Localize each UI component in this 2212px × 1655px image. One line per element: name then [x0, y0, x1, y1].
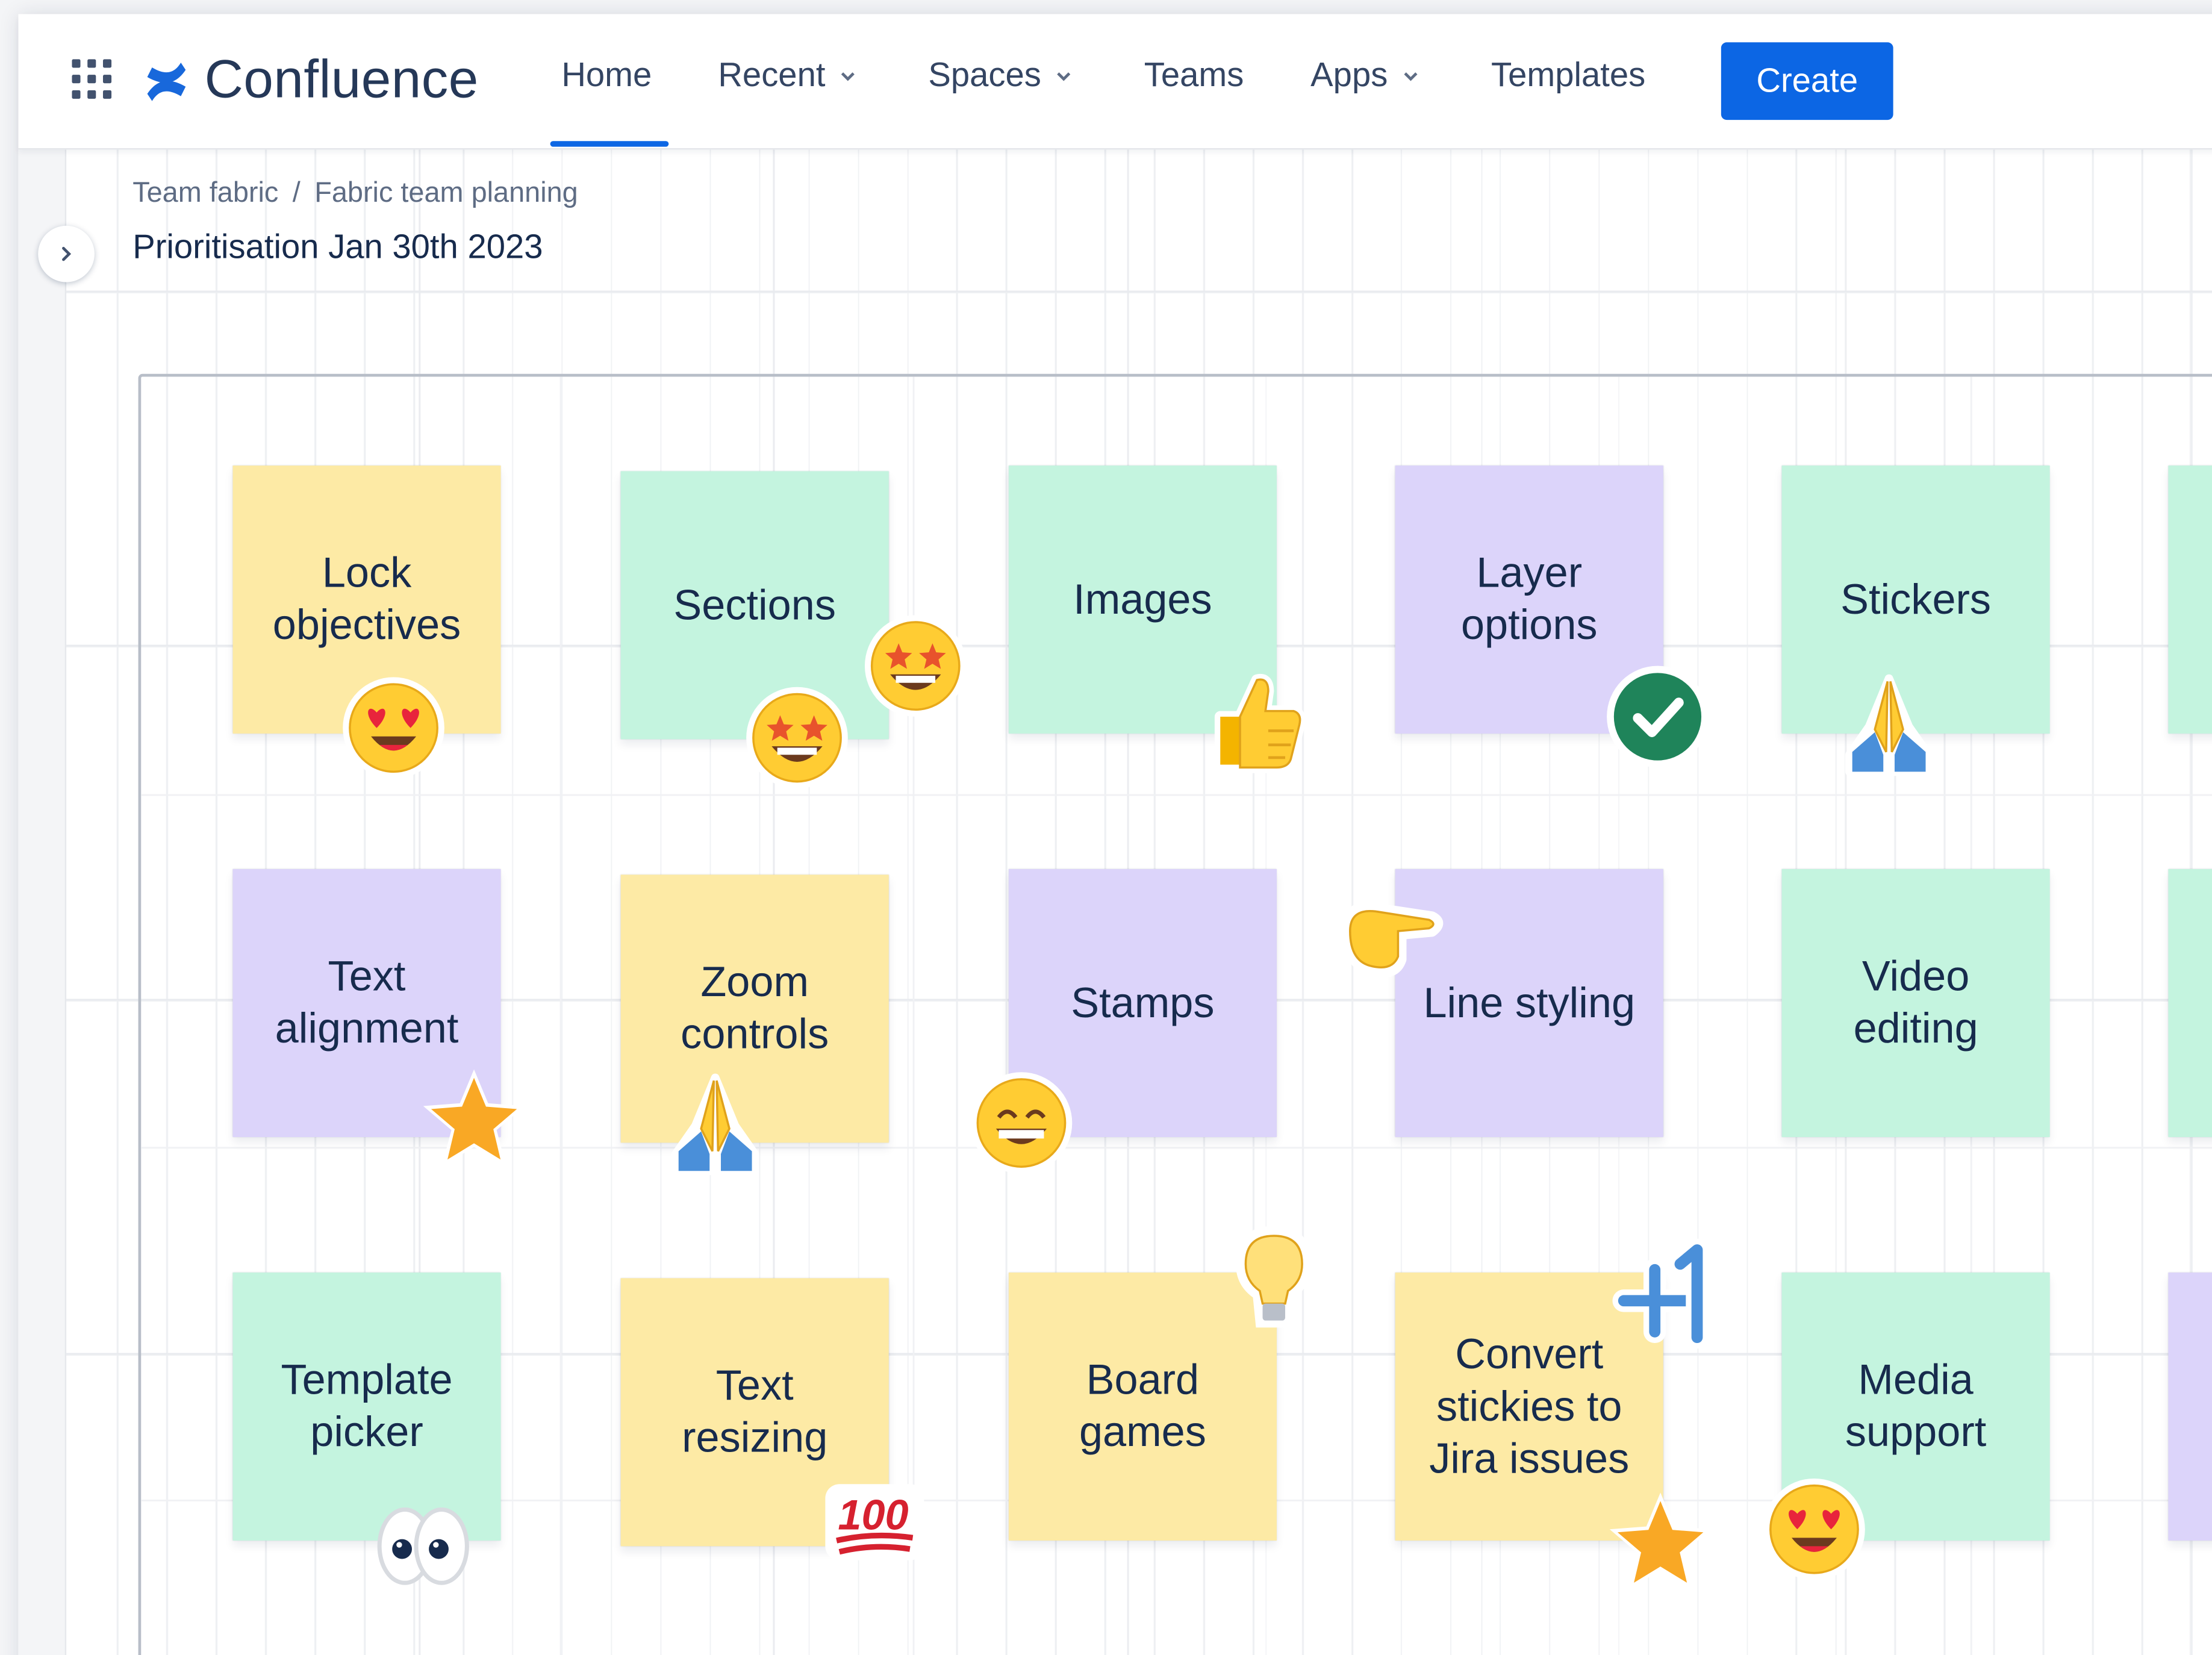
sticky-note-label: Zoom controls [681, 959, 829, 1058]
thumbs-up-icon[interactable] [1203, 669, 1310, 776]
confluence-logo[interactable]: Confluence [143, 51, 479, 111]
sticky-note-label: Convert stickies to Jira issues [1429, 1331, 1630, 1482]
star-icon[interactable] [1607, 1490, 1714, 1597]
sticky-note[interactable]: Video editing [1781, 868, 2050, 1138]
heart-eyes-icon[interactable] [1760, 1476, 1868, 1583]
nav-templates-label: Templates [1491, 56, 1646, 95]
nav-recent[interactable]: Recent [718, 57, 856, 96]
breadcrumb-separator: / [292, 178, 301, 209]
eyes-icon[interactable] [368, 1492, 475, 1600]
app-root: Confluence Home Recent Spaces Teams Apps [0, 0, 2212, 1655]
nav-home[interactable]: Home [561, 57, 652, 96]
active-nav-indicator [550, 141, 669, 147]
chevron-down-icon [1057, 72, 1071, 81]
confluence-logo-icon [147, 61, 186, 101]
create-button[interactable]: Create [1721, 42, 1893, 120]
sticky-note-label: Images [1073, 576, 1212, 623]
top-navigation: Confluence Home Recent Spaces Teams Apps [18, 14, 2212, 150]
sticky-note-label: Layer options [1460, 550, 1598, 649]
breadcrumb-item-team-fabric[interactable]: Team fabric [132, 178, 278, 210]
left-rail [18, 149, 67, 1655]
sticky-note-partial[interactable] [2168, 1272, 2212, 1541]
stage: Confluence Home Recent Spaces Teams Apps [0, 0, 2212, 1655]
check-mark-icon[interactable] [1604, 663, 1711, 770]
sticky-note-label: Media support [1845, 1357, 1987, 1456]
breadcrumb: Team fabric / Fabric team planning [132, 178, 578, 210]
nav-apps-label: Apps [1310, 56, 1388, 95]
chevron-down-icon [1403, 72, 1417, 81]
app-switcher-icon[interactable] [72, 59, 112, 99]
light-bulb-icon[interactable] [1220, 1224, 1327, 1332]
nav-teams[interactable]: Teams [1144, 57, 1244, 96]
heart-eyes-icon[interactable] [340, 675, 447, 782]
star-struck-icon[interactable] [743, 684, 850, 791]
page-title: Prioritisation Jan 30th 2023 [132, 228, 543, 267]
star-struck-icon[interactable] [862, 612, 969, 720]
sticky-note-label: Board games [1079, 1357, 1206, 1456]
hundred-points-icon[interactable]: 100 [820, 1467, 927, 1574]
svg-text:100: 100 [838, 1491, 908, 1538]
sticky-note-label: Stickers [1840, 576, 1992, 623]
nav-recent-label: Recent [718, 56, 826, 95]
folded-hands-icon[interactable] [662, 1070, 769, 1177]
chevron-right-icon [62, 246, 72, 261]
sticky-note-label: Lock objectives [272, 550, 461, 649]
grinning-face-icon[interactable] [968, 1070, 1075, 1177]
sticky-note-partial[interactable] [2168, 466, 2212, 734]
nav-spaces[interactable]: Spaces [928, 57, 1072, 96]
app-name: Confluence [204, 51, 479, 110]
nav-templates[interactable]: Templates [1491, 57, 1645, 96]
confluence-window: Confluence Home Recent Spaces Teams Apps [18, 14, 2212, 1655]
folded-hands-icon[interactable] [1836, 670, 1943, 778]
nav-teams-label: Teams [1144, 56, 1244, 95]
sticky-note-label: Text resizing [682, 1362, 828, 1462]
sticky-note-label: Text alignment [275, 953, 459, 1053]
sticky-note-label: Stamps [1071, 979, 1215, 1027]
pointing-hand-icon[interactable] [1339, 889, 1446, 996]
nav-home-label: Home [561, 56, 652, 95]
nav-apps[interactable]: Apps [1310, 57, 1419, 96]
plus-one-icon[interactable] [1612, 1236, 1719, 1349]
sticky-note-label: Line styling [1423, 979, 1636, 1027]
star-icon[interactable] [420, 1067, 528, 1174]
nav-spaces-label: Spaces [928, 56, 1041, 95]
chevron-down-icon [841, 72, 855, 81]
sticky-note-label: Video editing [1853, 953, 1978, 1053]
sticky-note-partial[interactable] [2168, 868, 2212, 1138]
sticky-note-label: Sections [673, 582, 837, 629]
expand-sidebar-button[interactable] [38, 225, 95, 282]
breadcrumb-item-fabric-team-planning[interactable]: Fabric team planning [314, 178, 578, 210]
sticky-note-label: Template picker [281, 1357, 453, 1456]
